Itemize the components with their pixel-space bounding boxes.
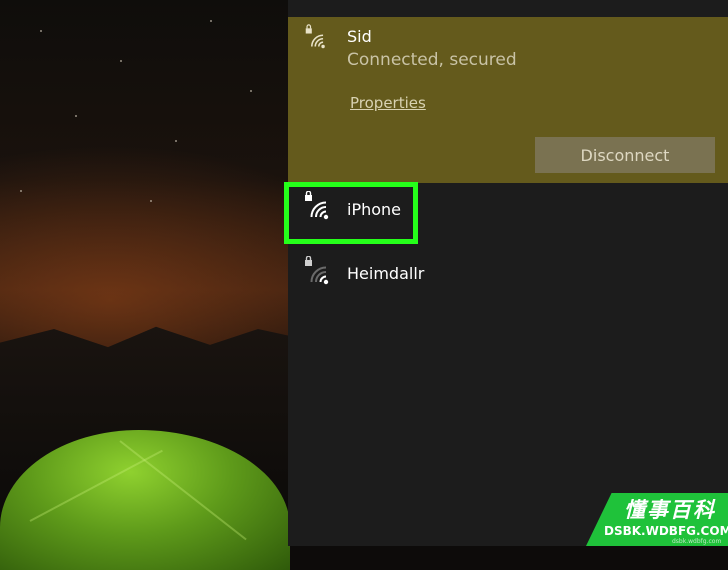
- connected-network-name: Sid: [347, 27, 372, 46]
- star: [210, 20, 212, 22]
- star: [75, 115, 77, 117]
- star: [120, 60, 122, 62]
- watermark-title: 懂事百科: [624, 498, 716, 522]
- wifi-secured-icon: [305, 191, 329, 220]
- network-name: Heimdallr: [347, 264, 425, 283]
- properties-link[interactable]: Properties: [350, 94, 426, 112]
- star: [20, 190, 22, 192]
- wifi-secured-icon: [305, 24, 325, 49]
- star: [40, 30, 42, 32]
- wifi-secured-icon: [305, 256, 329, 285]
- disconnect-button[interactable]: Disconnect: [535, 137, 715, 173]
- watermark-url: DSBK.WDBFG.COM: [604, 524, 728, 538]
- star: [175, 140, 177, 142]
- star: [250, 90, 252, 92]
- connection-status: Connected, secured: [347, 50, 517, 70]
- watermark-small-url: dsbk.wdbfg.com: [672, 538, 722, 545]
- network-name: iPhone: [347, 200, 402, 219]
- star: [150, 200, 152, 202]
